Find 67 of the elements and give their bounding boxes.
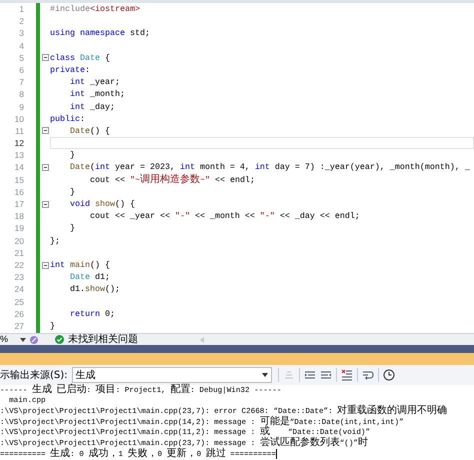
line-number: 11 <box>14 124 25 138</box>
clear-all-icon[interactable] <box>340 369 353 381</box>
line-number: 24 <box>14 283 25 296</box>
code-line: class Date { <box>50 52 110 63</box>
line-number: 20 <box>14 234 25 247</box>
code-line: return 0; <box>68 308 115 319</box>
line-number: 14 <box>14 161 25 174</box>
line-number: 17 <box>14 198 25 210</box>
line-number: 23 <box>14 271 25 284</box>
source-dropdown[interactable]: 生成 <box>72 367 272 383</box>
collapse-icon[interactable] <box>42 127 48 134</box>
dropdown-icon[interactable] <box>20 338 26 342</box>
collapse-icon[interactable] <box>42 262 48 269</box>
code-line: #include<iostream> <box>50 4 140 14</box>
code-line: int main() { <box>50 260 110 270</box>
line-number: 9 <box>18 100 25 113</box>
code-line: }; <box>50 236 60 246</box>
collapse-icon[interactable] <box>42 200 48 208</box>
code-line: Date(int year = 2023, int month = 4, int day = 7) :_year(year), _month(month), _ <box>68 162 470 172</box>
line-number: 12 <box>14 137 25 150</box>
line-number: 2 <box>18 15 25 28</box>
code-line: int _day; <box>68 102 115 112</box>
clock-icon[interactable] <box>382 369 395 381</box>
line-number: 4 <box>18 40 25 52</box>
code-line: cout << "~调用构造参数~" << endl; <box>88 174 255 185</box>
collapse-icon[interactable] <box>42 164 48 172</box>
code-line: private: <box>50 64 90 75</box>
code-line: } <box>68 223 75 234</box>
next-icon[interactable] <box>320 369 332 381</box>
line-number: 19 <box>14 222 25 235</box>
line-number: 5 <box>18 52 25 64</box>
line-number: 13 <box>14 149 25 162</box>
code-line: Date() { <box>68 126 110 136</box>
line-number: 16 <box>14 186 25 198</box>
word-wrap-icon[interactable] <box>362 369 374 381</box>
code-line: void show() { <box>68 199 135 209</box>
code-line: } <box>50 320 55 331</box>
line-number: 3 <box>18 27 25 40</box>
previous-icon[interactable] <box>304 369 316 381</box>
line-number: 26 <box>14 308 25 320</box>
code-line: using namespace std; <box>50 28 150 38</box>
line-number: 10 <box>14 112 25 125</box>
line-number: 21 <box>14 246 25 259</box>
code-line: d1.show(); <box>68 284 120 294</box>
status-message: 未找到相关问题 <box>68 334 138 346</box>
code-line: int _year; <box>68 77 120 88</box>
collapse-icon[interactable] <box>42 54 48 62</box>
line-number: 15 <box>14 174 25 186</box>
line-number: 1 <box>18 3 25 16</box>
code-line: } <box>68 150 75 160</box>
check-circle-icon <box>55 335 64 344</box>
line-number: 18 <box>14 210 25 222</box>
code-line: public: <box>50 114 85 124</box>
code-line: Date d1; <box>68 272 110 282</box>
text-cursor <box>276 449 277 460</box>
code-line: int _month; <box>68 89 125 100</box>
line-number: 25 <box>14 296 25 308</box>
code-line: cout << _year << "-" << _month << "-" << _day << endl; <box>88 211 360 222</box>
code-line: } <box>68 186 75 197</box>
zoom-level[interactable]: % <box>0 332 20 346</box>
line-number: 8 <box>18 88 25 100</box>
line-number: 7 <box>18 76 25 88</box>
caret-icon <box>262 373 268 377</box>
line-number: 27 <box>14 320 25 332</box>
line-number: 22 <box>14 258 25 272</box>
line-number: 6 <box>18 64 25 76</box>
source-label: 示输出来源(S): <box>0 368 68 382</box>
